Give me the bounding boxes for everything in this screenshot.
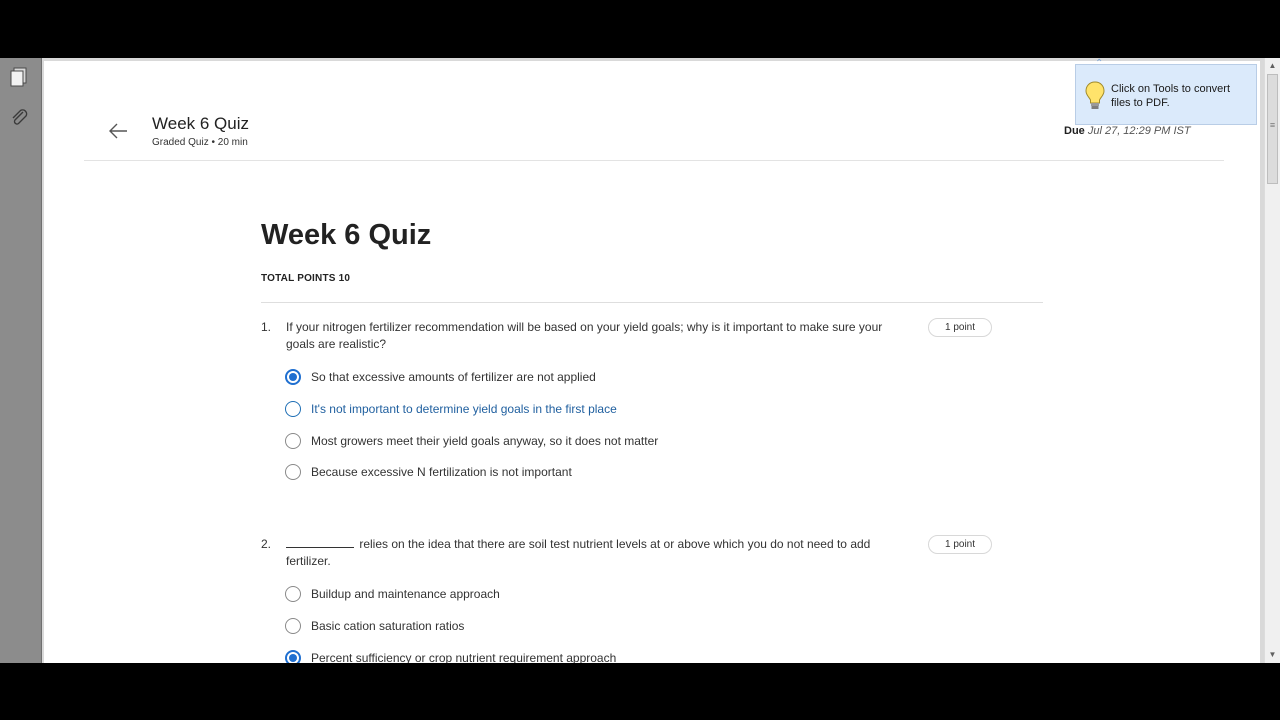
content-divider: [261, 302, 1043, 303]
quiz-title: Week 6 Quiz: [261, 219, 432, 251]
points-badge: 1 point: [928, 318, 992, 337]
header-subtitle: Graded Quiz • 20 min: [152, 137, 248, 148]
due-label: Due: [1064, 125, 1085, 137]
due-value: Jul 27, 12:29 PM IST: [1087, 125, 1191, 137]
option-label[interactable]: Buildup and maintenance approach: [311, 587, 500, 601]
scroll-down-icon[interactable]: ▼: [1265, 647, 1280, 663]
navigation-pane: [0, 58, 42, 663]
radio-button[interactable]: [285, 433, 301, 449]
tooltip-text: Click on Tools to convert files to PDF.: [1111, 83, 1231, 109]
question-number: 1.: [261, 320, 272, 334]
question-text: If your nitrogen fertilizer recommendati…: [286, 320, 883, 351]
top-black-bar: [0, 0, 1280, 58]
pdf-page: Week 6 Quiz Graded Quiz • 20 min Due Jul…: [44, 61, 1260, 663]
lightbulb-icon: [1084, 80, 1106, 112]
total-points: TOTAL POINTS 10: [261, 273, 351, 284]
answer-option[interactable]: Basic cation saturation ratios: [285, 616, 464, 636]
arrow-left-icon[interactable]: [106, 119, 130, 143]
radio-button-selected[interactable]: [285, 650, 301, 663]
paperclip-icon[interactable]: [8, 106, 30, 128]
radio-button[interactable]: [285, 401, 301, 417]
points-badge: 1 point: [928, 535, 992, 554]
bottom-black-bar: [0, 663, 1280, 720]
option-label[interactable]: Most growers meet their yield goals anyw…: [311, 434, 658, 448]
vertical-scrollbar[interactable]: ▲ ≡ ▼: [1264, 58, 1280, 663]
due-date: Due Jul 27, 12:29 PM IST: [1064, 125, 1191, 137]
radio-button[interactable]: [285, 464, 301, 480]
answer-option[interactable]: Percent sufficiency or crop nutrient req…: [285, 648, 616, 663]
pages-icon[interactable]: [8, 66, 30, 88]
option-label[interactable]: Because excessive N fertilization is not…: [311, 465, 572, 479]
answer-option[interactable]: Because excessive N fertilization is not…: [285, 462, 572, 482]
caret-up-icon: ⌃: [1095, 58, 1104, 69]
option-label[interactable]: It's not important to determine yield go…: [311, 402, 617, 416]
scroll-up-icon[interactable]: ▲: [1265, 58, 1280, 74]
header-divider: [84, 160, 1224, 161]
header-title: Week 6 Quiz: [152, 114, 250, 133]
question-text: relies on the idea that there are soil t…: [286, 537, 871, 568]
answer-option[interactable]: Buildup and maintenance approach: [285, 584, 500, 604]
answer-option[interactable]: It's not important to determine yield go…: [285, 399, 617, 419]
answer-option[interactable]: Most growers meet their yield goals anyw…: [285, 431, 658, 451]
option-label[interactable]: Percent sufficiency or crop nutrient req…: [311, 651, 616, 663]
fill-in-blank: [286, 547, 354, 548]
radio-button[interactable]: [285, 586, 301, 602]
answer-option[interactable]: So that excessive amounts of fertilizer …: [285, 367, 596, 387]
tools-tooltip[interactable]: ⌃ Click on Tools to convert files to PDF…: [1075, 58, 1257, 125]
radio-button-selected[interactable]: [285, 369, 301, 385]
question-number: 2.: [261, 537, 272, 551]
option-label[interactable]: Basic cation saturation ratios: [311, 619, 464, 633]
question-text-container: relies on the idea that there are soil t…: [286, 536, 891, 570]
grip-icon: ≡: [1269, 120, 1276, 130]
option-label[interactable]: So that excessive amounts of fertilizer …: [311, 370, 596, 384]
radio-button[interactable]: [285, 618, 301, 634]
document-area: Week 6 Quiz Graded Quiz • 20 min Due Jul…: [42, 58, 1264, 663]
